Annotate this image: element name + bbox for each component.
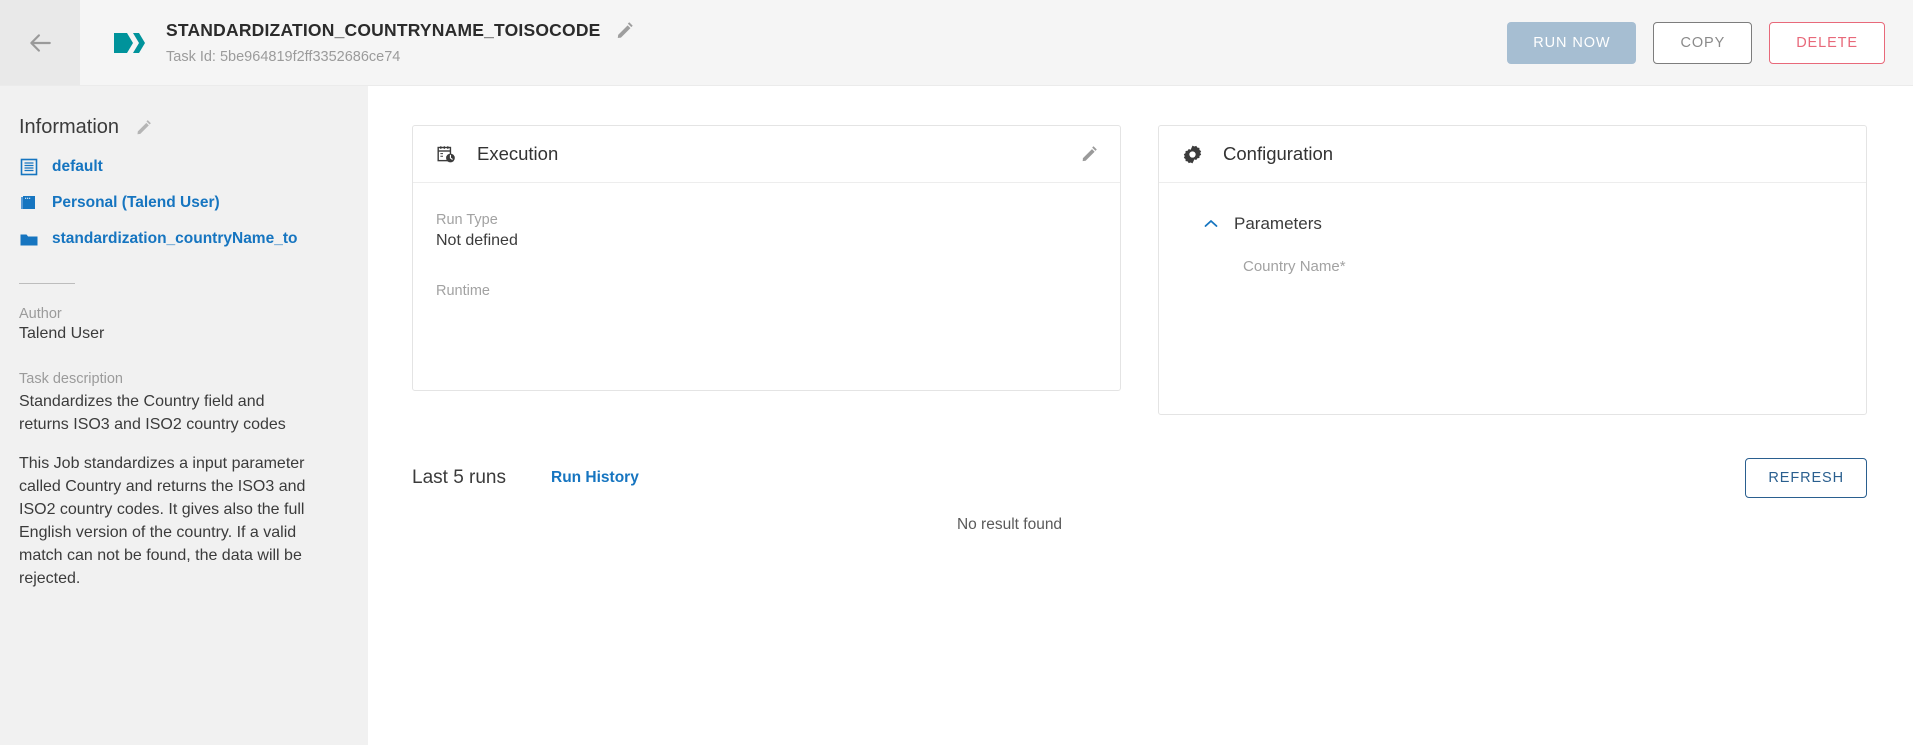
cards-row: Execution Run Type Not defined Runtime xyxy=(368,86,1913,415)
task-description-paragraph-2: This Job standardizes a input parameter … xyxy=(19,452,309,590)
chevron-up-icon xyxy=(1204,219,1218,229)
parameters-label: Parameters xyxy=(1234,214,1322,234)
configuration-card: Configuration Parameters Country Name* xyxy=(1158,125,1867,415)
gear-icon xyxy=(1182,144,1203,165)
information-title: Information xyxy=(19,116,119,139)
page-title: STANDARDIZATION_COUNTRYNAME_TOISOCODE xyxy=(166,20,601,41)
author-label: Author xyxy=(19,306,342,322)
runtime-label: Runtime xyxy=(436,283,1096,299)
pencil-icon[interactable] xyxy=(1080,145,1098,163)
header-actions: RUN NOW COPY DELETE xyxy=(1507,0,1913,85)
main-content: Execution Run Type Not defined Runtime xyxy=(368,86,1913,745)
run-type-label: Run Type xyxy=(436,212,1096,228)
pencil-icon[interactable] xyxy=(135,119,152,136)
sidebar-item-default[interactable]: default xyxy=(19,157,342,177)
last-runs-section: Last 5 runs Run History REFRESH No resul… xyxy=(412,467,1867,587)
back-button[interactable] xyxy=(0,0,80,85)
information-sidebar: Information default Personal (Talend Use… xyxy=(0,86,368,745)
run-type-value: Not defined xyxy=(436,232,1096,250)
calendar-clock-icon xyxy=(436,144,457,165)
top-bar: STANDARDIZATION_COUNTRYNAME_TOISOCODE Ta… xyxy=(0,0,1913,86)
pencil-icon[interactable] xyxy=(615,21,634,40)
delete-button[interactable]: DELETE xyxy=(1769,22,1885,64)
sidebar-divider xyxy=(19,283,75,284)
folder-icon xyxy=(19,229,39,249)
parameter-country-name: Country Name* xyxy=(1243,258,1842,275)
refresh-button[interactable]: REFRESH xyxy=(1745,458,1867,498)
configuration-card-title: Configuration xyxy=(1223,143,1844,165)
execution-card-header: Execution xyxy=(413,126,1120,183)
parameters-toggle[interactable]: Parameters xyxy=(1204,214,1842,234)
task-id: Task Id: 5be964819f2ff3352686ce74 xyxy=(166,49,634,65)
information-header: Information xyxy=(19,116,342,139)
execution-card-title: Execution xyxy=(477,143,1080,165)
author-value: Talend User xyxy=(19,325,342,343)
sidebar-item-personal[interactable]: Personal (Talend User) xyxy=(19,193,342,213)
last-runs-header: Last 5 runs Run History xyxy=(412,467,1867,489)
arrow-left-icon xyxy=(27,30,53,56)
books-icon xyxy=(19,193,39,213)
talend-logo-icon xyxy=(112,26,146,60)
title-block: STANDARDIZATION_COUNTRYNAME_TOISOCODE Ta… xyxy=(80,0,1507,85)
configuration-card-header: Configuration xyxy=(1159,126,1866,183)
sidebar-item-label: standardization_countryName_to xyxy=(52,230,297,248)
last-runs-title: Last 5 runs xyxy=(412,467,506,489)
copy-button[interactable]: COPY xyxy=(1653,22,1752,64)
sidebar-item-folder[interactable]: standardization_countryName_to xyxy=(19,229,342,249)
configuration-card-body: Parameters Country Name* xyxy=(1159,183,1866,275)
run-now-button[interactable]: RUN NOW xyxy=(1507,22,1636,64)
task-description-label: Task description xyxy=(19,371,342,387)
sidebar-item-label: default xyxy=(52,158,103,176)
execution-card: Execution Run Type Not defined Runtime xyxy=(412,125,1121,391)
no-result-message: No result found xyxy=(412,516,1867,534)
execution-card-body: Run Type Not defined Runtime xyxy=(413,183,1120,299)
sidebar-item-label: Personal (Talend User) xyxy=(52,194,220,212)
task-description-paragraph-1: Standardizes the Country field and retur… xyxy=(19,390,309,436)
workspace-icon xyxy=(19,157,39,177)
run-history-link[interactable]: Run History xyxy=(551,469,639,487)
